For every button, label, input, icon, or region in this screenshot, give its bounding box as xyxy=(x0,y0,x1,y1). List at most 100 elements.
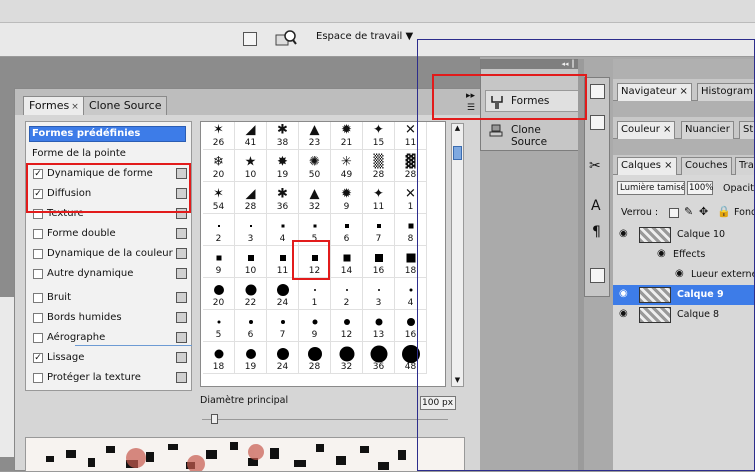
brush-preset[interactable]: 14 xyxy=(331,246,363,278)
brush-tip-icon xyxy=(312,319,317,325)
brush-preset[interactable]: 20 xyxy=(203,278,235,310)
brush-preset[interactable]: ✱ 38 xyxy=(267,122,299,150)
brush-size-label: 18 xyxy=(212,362,225,372)
checkbox[interactable] xyxy=(33,293,43,303)
brush-preset[interactable]: ✶ 26 xyxy=(203,122,235,150)
brush-preset[interactable]: 9 xyxy=(203,246,235,278)
brush-preset[interactable]: ✹ 21 xyxy=(331,122,363,150)
brush-preset[interactable]: 3 xyxy=(363,278,395,310)
brush-preset[interactable]: 1 xyxy=(299,278,331,310)
checkbox[interactable]: ✓ xyxy=(33,353,43,363)
highlight-options xyxy=(26,163,191,213)
brush-tip-icon: ✕ xyxy=(405,122,416,138)
brush-preset[interactable]: 32 xyxy=(331,342,363,374)
brush-preset[interactable]: ★ 10 xyxy=(235,150,267,182)
brush-preset[interactable]: ◢ 41 xyxy=(235,122,267,150)
brush-preset[interactable]: ◢ 28 xyxy=(235,182,267,214)
brush-preset[interactable]: ❄ 20 xyxy=(203,150,235,182)
brush-preset[interactable]: 13 xyxy=(363,310,395,342)
brush-tip-icon xyxy=(370,345,387,363)
search-tool-icon[interactable] xyxy=(275,29,297,49)
brush-preset[interactable]: 18 xyxy=(203,342,235,374)
brush-size-label: 5 xyxy=(215,330,222,340)
tab-formes[interactable]: Formes × xyxy=(23,96,85,115)
brush-preset[interactable]: 24 xyxy=(267,342,299,374)
brush-option-item[interactable]: Dynamique de la couleur xyxy=(26,244,191,264)
lock-icon[interactable] xyxy=(176,292,187,303)
brush-preset[interactable]: 6 xyxy=(235,310,267,342)
brush-preset[interactable]: ▒ 28 xyxy=(363,150,395,182)
brush-preset[interactable]: 28 xyxy=(299,342,331,374)
checkbox[interactable] xyxy=(33,249,43,259)
brush-tip-icon xyxy=(313,224,316,228)
checkbox[interactable] xyxy=(33,333,43,343)
brush-tip-icon xyxy=(217,320,220,324)
brush-preset[interactable]: ✶ 54 xyxy=(203,182,235,214)
brush-preset[interactable]: ✦ 15 xyxy=(363,122,395,150)
brush-size-label: 3 xyxy=(247,234,254,244)
brush-size-label: 21 xyxy=(340,138,353,148)
checkbox[interactable] xyxy=(33,229,43,239)
lock-icon[interactable] xyxy=(176,248,187,259)
brush-option-item[interactable]: Lissage ✓ xyxy=(26,348,191,368)
brush-size-label: 6 xyxy=(247,330,254,340)
brush-size-label: 9 xyxy=(215,266,222,276)
brush-preset[interactable]: ✹ 9 xyxy=(331,182,363,214)
brush-preset[interactable]: 10 xyxy=(235,246,267,278)
brush-tip-icon xyxy=(307,347,322,361)
brush-preset[interactable]: 5 xyxy=(203,310,235,342)
brush-preset[interactable]: 16 xyxy=(363,246,395,278)
diameter-slider-thumb[interactable] xyxy=(211,414,218,424)
brush-preset[interactable]: 7 xyxy=(363,214,395,246)
brush-preset[interactable]: 7 xyxy=(267,310,299,342)
brush-preset[interactable]: 19 xyxy=(235,342,267,374)
brush-size-label: 24 xyxy=(276,298,289,308)
brush-tip-icon xyxy=(245,349,256,359)
checkbox[interactable] xyxy=(33,313,43,323)
lock-icon[interactable] xyxy=(176,312,187,323)
brush-preset[interactable]: ✱ 36 xyxy=(267,182,299,214)
tab-clone-source[interactable]: Clone Source xyxy=(83,96,168,115)
brush-preset[interactable]: ✦ 11 xyxy=(363,182,395,214)
brush-preset[interactable]: 6 xyxy=(331,214,363,246)
brush-preset[interactable]: 3 xyxy=(235,214,267,246)
brush-size-label: 19 xyxy=(276,170,289,180)
brush-preset[interactable]: ✺ 50 xyxy=(299,150,331,182)
brush-preset[interactable]: 12 xyxy=(331,310,363,342)
lock-icon[interactable] xyxy=(176,372,187,383)
brush-tip-icon xyxy=(248,320,253,324)
doc-icon[interactable] xyxy=(243,32,257,46)
brush-option-item[interactable]: Bords humides xyxy=(26,308,191,328)
brush-preset[interactable]: 22 xyxy=(235,278,267,310)
brush-tip-icon: ✹ xyxy=(341,186,352,202)
brush-option-item[interactable]: Formes prédéfinies xyxy=(26,124,191,144)
brush-option-item[interactable]: Autre dynamique xyxy=(26,264,191,284)
brush-tip-icon: ✕ xyxy=(405,186,416,202)
brush-option-item[interactable]: Protéger la texture xyxy=(26,368,191,388)
brush-preset[interactable]: ✸ 19 xyxy=(267,150,299,182)
lock-icon[interactable] xyxy=(176,352,187,363)
checkbox[interactable] xyxy=(33,373,43,383)
workspace-menu[interactable]: Espace de travail ▼ xyxy=(316,31,413,42)
brush-option-item[interactable]: Bruit xyxy=(26,288,191,308)
brush-preset[interactable]: 24 xyxy=(267,278,299,310)
lock-icon[interactable] xyxy=(176,268,187,279)
brush-tip-icon: ◢ xyxy=(245,186,256,202)
lock-icon[interactable] xyxy=(176,332,187,343)
brush-preset[interactable]: ▲ 23 xyxy=(299,122,331,150)
brush-tip-icon xyxy=(409,288,412,292)
lock-icon[interactable] xyxy=(176,228,187,239)
diameter-slider-track[interactable] xyxy=(202,419,448,420)
close-icon[interactable]: × xyxy=(71,102,79,112)
brush-preset[interactable]: 36 xyxy=(363,342,395,374)
brush-option-item[interactable]: Forme double xyxy=(26,224,191,244)
brush-option-label: Protéger la texture xyxy=(47,372,141,383)
brush-option-item[interactable]: Forme de la pointe xyxy=(26,144,191,164)
checkbox[interactable] xyxy=(33,269,43,279)
brush-preset[interactable]: ▲ 32 xyxy=(299,182,331,214)
brush-tip-icon: ◢ xyxy=(245,122,256,138)
brush-preset[interactable]: 9 xyxy=(299,310,331,342)
brush-preset[interactable]: ✳ 49 xyxy=(331,150,363,182)
brush-preset[interactable]: 2 xyxy=(331,278,363,310)
brush-preset[interactable]: 2 xyxy=(203,214,235,246)
